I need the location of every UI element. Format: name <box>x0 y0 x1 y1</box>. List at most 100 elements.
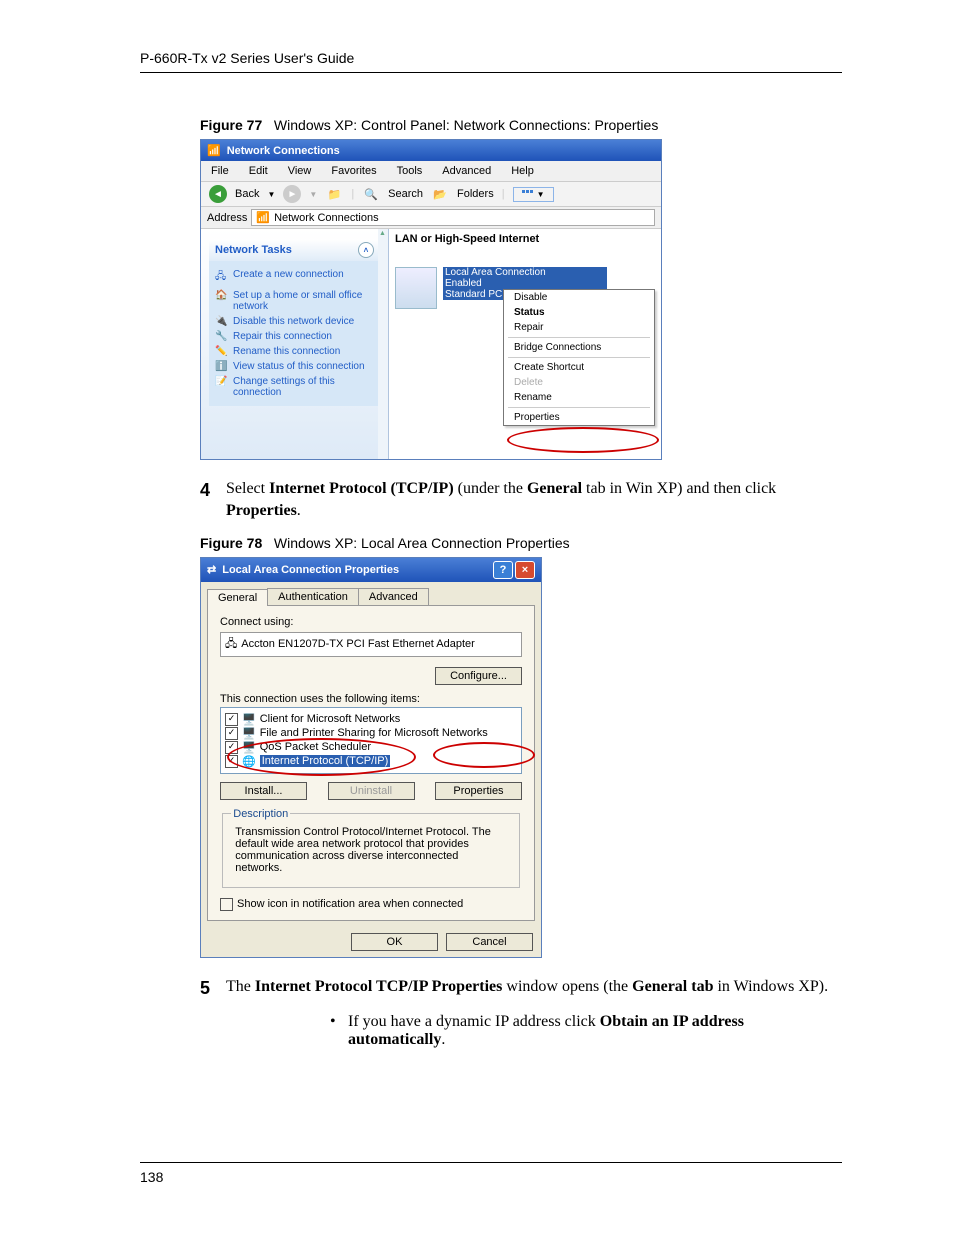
tasks-header-label: Network Tasks <box>215 244 292 256</box>
task-disable-device[interactable]: 🔌Disable this network device <box>215 316 374 327</box>
checkbox-icon[interactable]: ✓ <box>225 713 238 726</box>
views-icon[interactable]: ▼ <box>513 187 554 202</box>
connection-status: Enabled <box>443 278 607 289</box>
connection-icon <box>395 267 437 309</box>
task-setup-network[interactable]: 🏠Set up a home or small office network <box>215 290 374 312</box>
checkbox-icon[interactable]: ✓ <box>225 727 238 740</box>
forward-icon[interactable]: ► <box>283 185 301 203</box>
tasks-header[interactable]: Network Tasks ˄ <box>209 239 380 261</box>
component-icon: 🌐 <box>242 755 256 768</box>
search-label[interactable]: Search <box>388 188 423 200</box>
ctx-rename[interactable]: Rename <box>504 390 654 405</box>
nic-icon: 🖧 <box>225 635 237 654</box>
left-scrollbar[interactable] <box>378 229 388 459</box>
connect-using-label: Connect using: <box>220 616 522 628</box>
back-icon[interactable]: ◄ <box>209 185 227 203</box>
folders-label[interactable]: Folders <box>457 188 494 200</box>
menubar: File Edit View Favorites Tools Advanced … <box>201 161 661 182</box>
lac-properties-window: ⇄ Local Area Connection Properties ? × G… <box>200 557 542 958</box>
network-status-icon: ⇄ <box>207 563 216 576</box>
network-icon: 📶 <box>207 144 221 157</box>
menu-favorites[interactable]: Favorites <box>331 165 376 177</box>
step-text: Select Internet Protocol (TCP/IP) (under… <box>226 478 842 523</box>
folders-icon[interactable]: 📂 <box>431 185 449 203</box>
components-listbox[interactable]: ✓🖥️Client for Microsoft Networks ✓🖥️File… <box>220 707 522 774</box>
connection-name: Local Area Connection <box>443 267 607 278</box>
figure78-caption: Figure 78 Windows XP: Local Area Connect… <box>200 535 842 551</box>
ctx-properties[interactable]: Properties <box>504 410 654 425</box>
close-button[interactable]: × <box>515 561 535 579</box>
tabs: General Authentication Advanced <box>201 582 541 605</box>
titlebar: ⇄ Local Area Connection Properties ? × <box>201 558 541 582</box>
address-value: Network Connections <box>274 212 379 224</box>
search-icon[interactable]: 🔍 <box>362 185 380 203</box>
task-icon: 🏠 <box>215 290 227 301</box>
install-button[interactable]: Install... <box>220 782 307 800</box>
task-status[interactable]: ℹ️View status of this connection <box>215 361 374 372</box>
ctx-disable[interactable]: Disable <box>504 290 654 305</box>
ctx-status[interactable]: Status <box>504 305 654 320</box>
configure-button[interactable]: Configure... <box>435 667 522 685</box>
step-number: 4 <box>200 478 226 523</box>
task-icon: 🔧 <box>215 331 227 342</box>
showicon-row[interactable]: Show icon in notification area when conn… <box>220 898 522 911</box>
titlebar: 📶 Network Connections <box>201 140 661 161</box>
content-pane: LAN or High-Speed Internet Local Area Co… <box>389 229 661 459</box>
uninstall-button: Uninstall <box>328 782 415 800</box>
figure77-label: Figure 77 <box>200 117 262 133</box>
back-label[interactable]: Back <box>235 188 259 200</box>
highlight-oval <box>507 427 659 453</box>
bullet-text: If you have a dynamic IP address click O… <box>348 1013 842 1049</box>
collapse-chevron-icon[interactable]: ˄ <box>358 242 374 258</box>
step-number: 5 <box>200 976 226 1001</box>
back-dropdown-icon[interactable]: ▼ <box>267 190 275 199</box>
menu-tools[interactable]: Tools <box>397 165 423 177</box>
figure78-label: Figure 78 <box>200 535 262 551</box>
task-icon: 📝 <box>215 376 227 387</box>
menu-advanced[interactable]: Advanced <box>442 165 491 177</box>
description-label: Description <box>231 808 290 820</box>
properties-button[interactable]: Properties <box>435 782 522 800</box>
ok-button[interactable]: OK <box>351 933 438 951</box>
ctx-repair[interactable]: Repair <box>504 320 654 335</box>
component-fileprint[interactable]: ✓🖥️File and Printer Sharing for Microsof… <box>225 727 517 740</box>
task-rename[interactable]: ✏️Rename this connection <box>215 346 374 357</box>
figure77-caption: Figure 77 Windows XP: Control Panel: Net… <box>200 117 842 133</box>
forward-dropdown-icon[interactable]: ▼ <box>309 190 317 199</box>
checkbox-icon[interactable] <box>220 898 233 911</box>
tab-authentication[interactable]: Authentication <box>267 588 359 605</box>
general-panel: Connect using: 🖧 Accton EN1207D-TX PCI F… <box>207 605 535 921</box>
component-icon: 🖥️ <box>242 713 256 726</box>
component-client[interactable]: ✓🖥️Client for Microsoft Networks <box>225 713 517 726</box>
adapter-name: Accton EN1207D-TX PCI Fast Ethernet Adap… <box>241 638 475 650</box>
checkbox-icon[interactable]: ✓ <box>225 741 238 754</box>
figure78-title: Windows XP: Local Area Connection Proper… <box>274 535 570 551</box>
ctx-shortcut[interactable]: Create Shortcut <box>504 360 654 375</box>
address-bar: Address 📶 Network Connections <box>201 207 661 229</box>
tab-advanced[interactable]: Advanced <box>358 588 429 605</box>
tab-general[interactable]: General <box>207 589 268 606</box>
component-tcpip[interactable]: ✓🌐Internet Protocol (TCP/IP) <box>225 755 517 768</box>
menu-edit[interactable]: Edit <box>249 165 268 177</box>
up-icon[interactable]: 📁 <box>325 185 343 203</box>
cancel-button[interactable]: Cancel <box>446 933 533 951</box>
component-qos[interactable]: ✓🖥️QoS Packet Scheduler <box>225 741 517 754</box>
step-4: 4 Select Internet Protocol (TCP/IP) (und… <box>200 478 842 523</box>
address-field[interactable]: 📶 Network Connections <box>251 209 655 226</box>
task-settings[interactable]: 📝Change settings of this connection <box>215 376 374 398</box>
task-create-connection[interactable]: 🖧Create a new connection <box>215 269 374 286</box>
adapter-field[interactable]: 🖧 Accton EN1207D-TX PCI Fast Ethernet Ad… <box>220 632 522 657</box>
task-icon: ✏️ <box>215 346 227 357</box>
menu-view[interactable]: View <box>288 165 312 177</box>
checkbox-icon[interactable]: ✓ <box>225 755 238 768</box>
menu-help[interactable]: Help <box>511 165 534 177</box>
menu-file[interactable]: File <box>211 165 229 177</box>
network-connections-window: 📶 Network Connections File Edit View Fav… <box>200 139 662 460</box>
help-button[interactable]: ? <box>493 561 513 579</box>
window-title: Local Area Connection Properties <box>222 564 399 576</box>
bullet-icon: • <box>330 1013 348 1049</box>
showicon-label: Show icon in notification area when conn… <box>237 898 463 910</box>
ctx-bridge[interactable]: Bridge Connections <box>504 340 654 355</box>
tasks-pane: Network Tasks ˄ 🖧Create a new connection… <box>201 229 389 459</box>
task-repair[interactable]: 🔧Repair this connection <box>215 331 374 342</box>
